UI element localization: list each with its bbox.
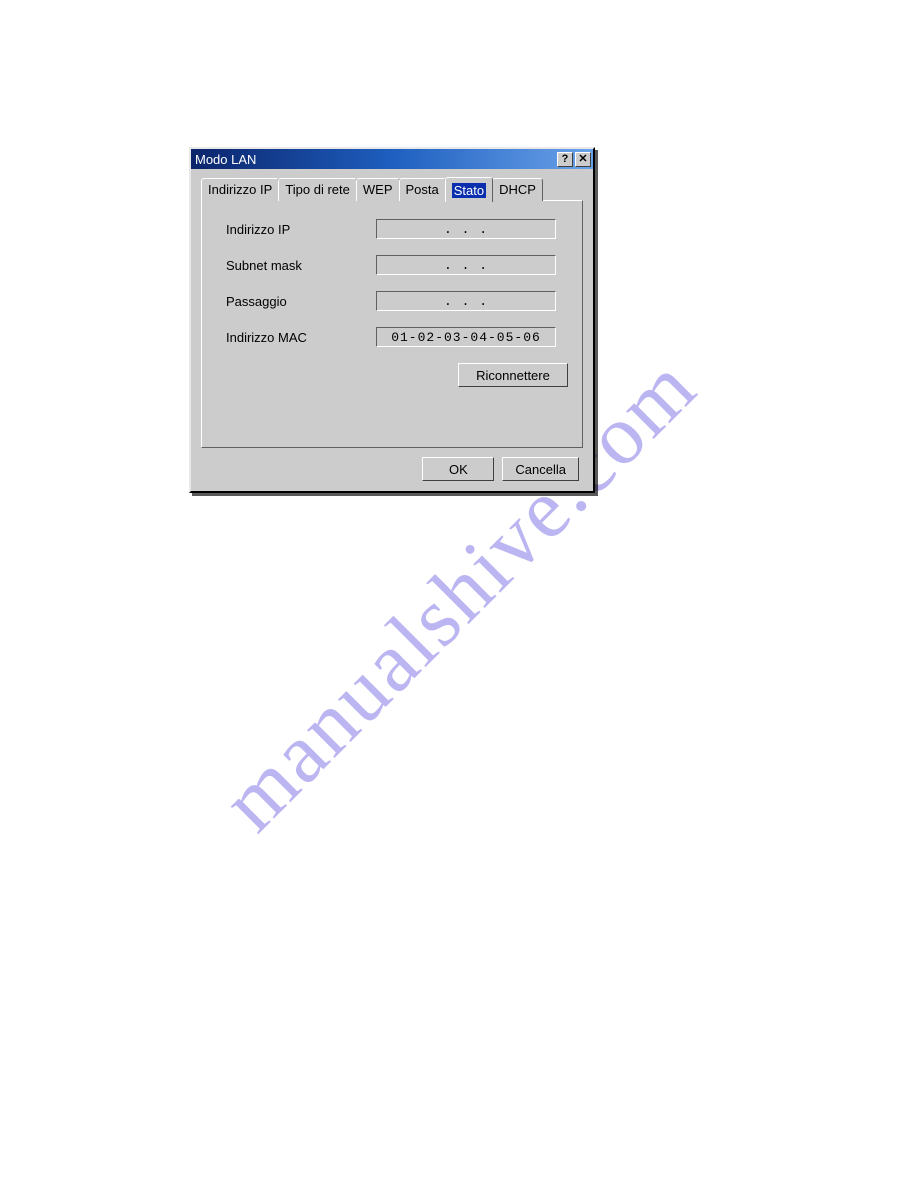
value-mac: 01-02-03-04-05-06 (376, 327, 556, 347)
value-ip: . . . (376, 219, 556, 239)
tab-label: WEP (363, 182, 393, 197)
tab-indirizzo-ip[interactable]: Indirizzo IP (201, 178, 279, 201)
tabpanel-stato: Indirizzo IP . . . Subnet mask . . . Pas… (201, 200, 583, 448)
tab-label: Indirizzo IP (208, 182, 272, 197)
dialog-button-row: OK Cancella (201, 449, 583, 481)
row-gateway: Passaggio . . . (216, 291, 568, 311)
window-title: Modo LAN (195, 152, 555, 167)
tab-dhcp[interactable]: DHCP (492, 178, 543, 201)
tab-label: Stato (452, 183, 486, 198)
label-subnet: Subnet mask (216, 258, 376, 273)
tab-tipo-di-rete[interactable]: Tipo di rete (278, 178, 357, 201)
row-ip: Indirizzo IP . . . (216, 219, 568, 239)
label-mac: Indirizzo MAC (216, 330, 376, 345)
tab-stato[interactable]: Stato (445, 177, 493, 202)
titlebar[interactable]: Modo LAN ? ✕ (191, 149, 593, 169)
client-area: Indirizzo IP Tipo di rete WEP Posta Stat… (191, 169, 593, 491)
tab-wep[interactable]: WEP (356, 178, 400, 201)
ok-button[interactable]: OK (422, 457, 494, 481)
cancel-button[interactable]: Cancella (502, 457, 579, 481)
value-gateway: . . . (376, 291, 556, 311)
tab-label: DHCP (499, 182, 536, 197)
label-gateway: Passaggio (216, 294, 376, 309)
tab-label: Posta (406, 182, 439, 197)
tab-posta[interactable]: Posta (399, 178, 446, 201)
label-ip: Indirizzo IP (216, 222, 376, 237)
dialog-modo-lan: Modo LAN ? ✕ Indirizzo IP Tipo di rete W… (189, 147, 595, 493)
help-button[interactable]: ? (557, 152, 573, 167)
close-button[interactable]: ✕ (575, 152, 591, 167)
row-mac: Indirizzo MAC 01-02-03-04-05-06 (216, 327, 568, 347)
reconnect-button[interactable]: Riconnettere (458, 363, 568, 387)
value-subnet: . . . (376, 255, 556, 275)
tab-label: Tipo di rete (285, 182, 350, 197)
row-subnet: Subnet mask . . . (216, 255, 568, 275)
reconnect-row: Riconnettere (216, 363, 568, 387)
tabstrip: Indirizzo IP Tipo di rete WEP Posta Stat… (201, 177, 583, 201)
